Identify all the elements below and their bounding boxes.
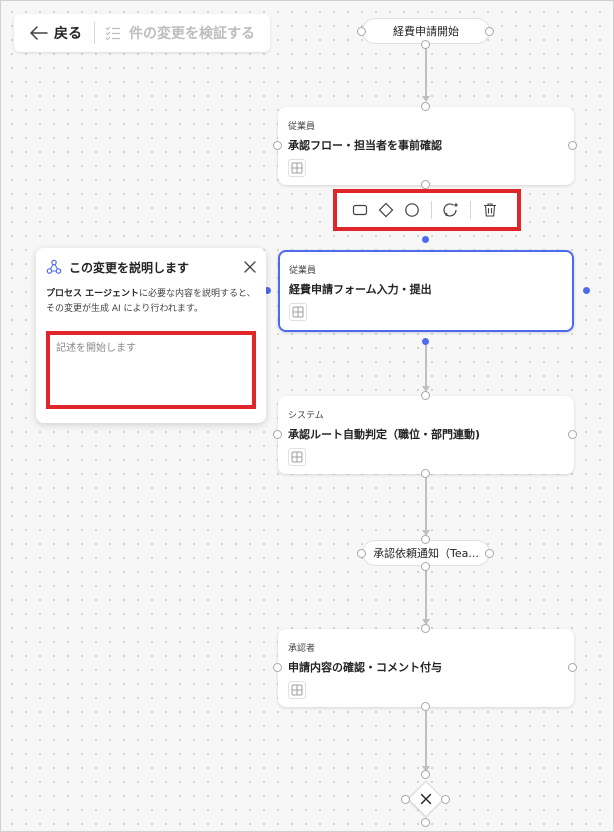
connection-port[interactable] bbox=[273, 141, 282, 150]
connection-port[interactable] bbox=[441, 795, 450, 804]
step-role: システム bbox=[288, 411, 324, 421]
connection-port-active[interactable] bbox=[422, 236, 429, 243]
subprocess-icon[interactable] bbox=[288, 159, 306, 177]
connection-port[interactable] bbox=[568, 430, 577, 439]
diamond-shape-button[interactable] bbox=[373, 197, 399, 223]
ai-edit-button[interactable] bbox=[438, 197, 464, 223]
node-action-bar bbox=[333, 189, 521, 231]
connection-port[interactable] bbox=[421, 770, 430, 779]
connection-port-active[interactable] bbox=[422, 338, 429, 345]
connection-port[interactable] bbox=[568, 141, 577, 150]
connection-port[interactable] bbox=[357, 27, 366, 36]
connector-line bbox=[425, 474, 427, 534]
subprocess-icon[interactable] bbox=[289, 303, 307, 321]
notification-node-label: 承認依頼通知（Tea... bbox=[373, 547, 479, 560]
connection-port[interactable] bbox=[485, 27, 494, 36]
connector-line bbox=[425, 706, 427, 770]
arrow-left-icon bbox=[30, 26, 48, 40]
sparkle-comment-icon bbox=[443, 202, 459, 217]
step-title: 承認ルート自動判定（職位・部門連動) bbox=[288, 428, 481, 441]
top-toolbar: 戻る 件の変更を検証する bbox=[14, 14, 270, 52]
validate-changes-button[interactable]: 件の変更を検証する bbox=[95, 14, 265, 52]
step-title: 申請内容の確認・コメント付与 bbox=[288, 661, 442, 674]
connection-port[interactable] bbox=[273, 430, 282, 439]
rectangle-icon bbox=[352, 204, 368, 216]
connector-line bbox=[425, 44, 427, 98]
explain-change-panel: この変更を説明します プロセス エージェントに必要な内容を説明すると、その変更が… bbox=[36, 248, 266, 423]
connection-port[interactable] bbox=[568, 663, 577, 672]
start-node-label: 経費申請開始 bbox=[393, 25, 459, 38]
circle-icon bbox=[405, 203, 419, 217]
step-card[interactable]: 従業員 承認フロー・担当者を事前確認 bbox=[278, 107, 574, 185]
connection-port[interactable] bbox=[421, 391, 430, 400]
panel-description-bold: プロセス エージェント bbox=[46, 289, 139, 299]
connection-port[interactable] bbox=[421, 40, 430, 49]
close-icon bbox=[418, 791, 434, 807]
step-card[interactable]: システム 承認ルート自動判定（職位・部門連動) bbox=[278, 396, 574, 474]
connection-port[interactable] bbox=[357, 549, 366, 558]
connection-port[interactable] bbox=[421, 624, 430, 633]
diamond-icon bbox=[378, 202, 394, 218]
rectangle-shape-button[interactable] bbox=[347, 197, 373, 223]
step-role: 承認者 bbox=[288, 644, 316, 654]
panel-description: プロセス エージェントに必要な内容を説明すると、その変更が生成 AI により行わ… bbox=[46, 287, 256, 317]
validate-changes-label: 件の変更を検証する bbox=[129, 26, 255, 42]
step-title: 経費申請フォーム入力・提出 bbox=[289, 283, 432, 296]
panel-header: この変更を説明します bbox=[46, 258, 256, 276]
delete-button[interactable] bbox=[477, 197, 503, 223]
connection-port[interactable] bbox=[421, 102, 430, 111]
action-bar-divider bbox=[470, 201, 471, 219]
connection-port-active[interactable] bbox=[583, 287, 590, 294]
connection-port[interactable] bbox=[401, 795, 410, 804]
back-button-label: 戻る bbox=[54, 26, 82, 42]
trash-icon bbox=[484, 203, 496, 217]
connector-line bbox=[425, 343, 427, 390]
subprocess-icon[interactable] bbox=[288, 448, 306, 466]
connection-port[interactable] bbox=[421, 469, 430, 478]
change-description-input[interactable] bbox=[46, 331, 256, 409]
close-icon[interactable] bbox=[244, 261, 256, 273]
connection-port[interactable] bbox=[421, 562, 430, 571]
connection-port[interactable] bbox=[421, 535, 430, 544]
checklist-icon bbox=[105, 26, 120, 40]
connection-port[interactable] bbox=[273, 663, 282, 672]
connection-port[interactable] bbox=[421, 180, 430, 189]
panel-title: この変更を説明します bbox=[69, 260, 190, 275]
step-role: 従業員 bbox=[288, 122, 316, 132]
step-role: 従業員 bbox=[289, 266, 317, 276]
step-card-selected[interactable]: 従業員 経費申請フォーム入力・提出 bbox=[278, 250, 574, 332]
subprocess-icon[interactable] bbox=[288, 681, 306, 699]
step-card[interactable]: 承認者 申請内容の確認・コメント付与 bbox=[278, 629, 574, 707]
step-title: 承認フロー・担当者を事前確認 bbox=[288, 139, 442, 152]
action-bar-divider bbox=[431, 201, 432, 219]
back-button[interactable]: 戻る bbox=[14, 14, 94, 52]
connection-port[interactable] bbox=[485, 549, 494, 558]
process-agent-icon bbox=[46, 259, 62, 274]
connection-port[interactable] bbox=[421, 702, 430, 711]
connector-line bbox=[425, 566, 427, 623]
connection-port[interactable] bbox=[421, 818, 430, 827]
circle-shape-button[interactable] bbox=[399, 197, 425, 223]
